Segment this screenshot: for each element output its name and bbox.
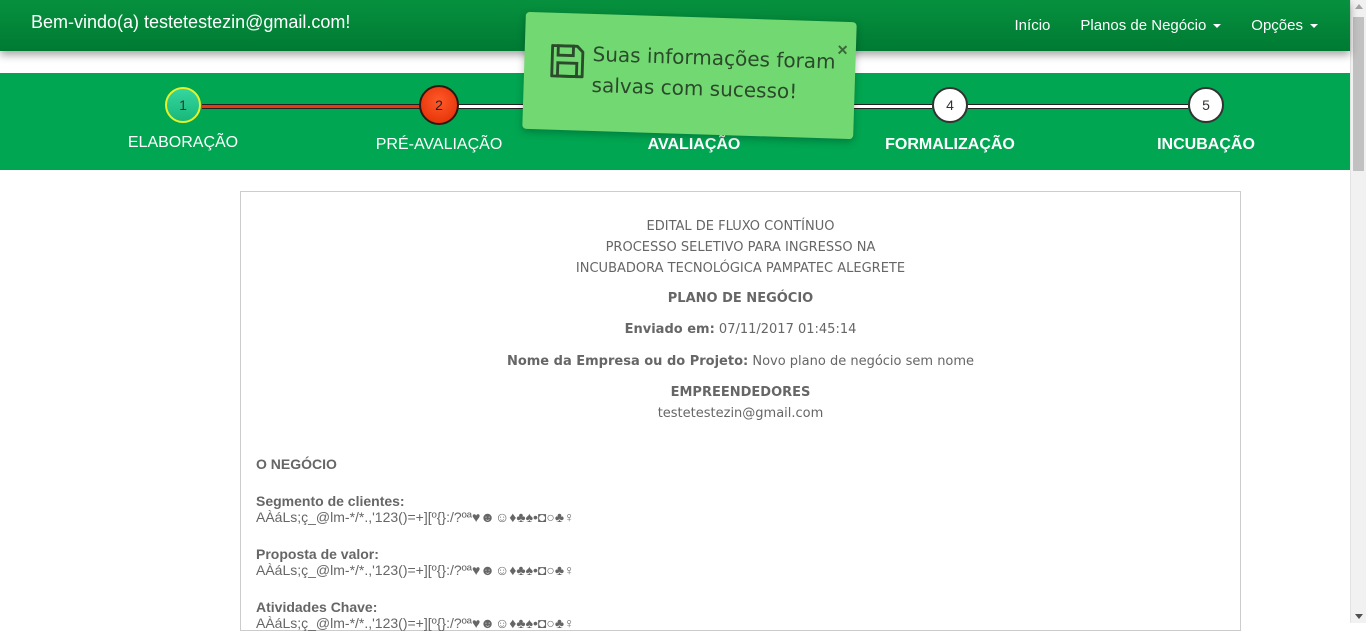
caret-down-icon (1310, 23, 1318, 28)
caret-down-icon (1213, 23, 1222, 28)
step-connector-4-5 (968, 104, 1188, 109)
edital-line-3: INCUBADORA TECNOLÓGICA PAMPATEC ALEGRETE (575, 261, 906, 276)
step-4-label: FORMALIZAÇÃO (885, 136, 1015, 153)
vertical-scrollbar[interactable] (1350, 0, 1366, 623)
sent-date-label: Enviado em: (624, 322, 715, 337)
floppy-disk-icon (550, 44, 585, 79)
step-number: 2 (435, 97, 443, 113)
close-icon[interactable]: × (837, 40, 848, 61)
step-number: 1 (179, 97, 187, 113)
step-connector-1-2 (202, 104, 420, 109)
company-name-label: Nome da Empresa ou do Projeto: (506, 354, 749, 369)
success-toast: Suas informações foram salvas com sucess… (522, 11, 857, 140)
field-label: Atividades Chave: (256, 599, 378, 615)
step-5-label: INCUBAÇÃO (1157, 136, 1255, 153)
step-number: 5 (1202, 97, 1210, 113)
edital-line-2: PROCESSO SELETIVO PARA INGRESSO NA (605, 240, 876, 255)
field-label: Proposta de valor: (256, 546, 379, 562)
company-name: Nome da Empresa ou do Projeto: Novo plan… (241, 354, 1240, 369)
field-value: AÀáLs;ç_@lm-*/*.,'123()=+][º{}:/?ºª♥☻☺♦♣… (256, 562, 575, 578)
plano-title: PLANO DE NEGÓCIO (667, 291, 814, 306)
field-label: Segmento de clientes: (256, 493, 405, 509)
scroll-thumb[interactable] (1353, 17, 1364, 171)
welcome-message: Bem-vindo(a) testetestezin@gmail.com! (31, 12, 351, 32)
nav-menu: Início Planos de Negócio Opções (1015, 0, 1350, 51)
step-number: 4 (946, 97, 954, 113)
scroll-up-arrow-icon[interactable] (1355, 4, 1363, 9)
nav-item-label: Opções (1251, 17, 1303, 34)
step-5-circle[interactable]: 5 (1188, 87, 1224, 123)
business-plan-document: EDITAL DE FLUXO CONTÍNUO PROCESSO SELETI… (240, 191, 1241, 631)
section-title-o-negocio: O NEGÓCIO (256, 456, 337, 472)
nav-item-opcoes[interactable]: Opções (1251, 17, 1318, 34)
nav-item-inicio[interactable]: Início (1015, 17, 1051, 34)
step-4-circle[interactable]: 4 (932, 87, 968, 123)
nav-item-planos-de-negocio[interactable]: Planos de Negócio (1080, 17, 1222, 34)
entrepreneurs-title: EMPREENDEDORES (670, 385, 811, 400)
step-3-label: AVALIAÇÃO (647, 136, 741, 153)
step-2-circle[interactable]: 2 (419, 85, 459, 125)
sent-date: Enviado em: 07/11/2017 01:45:14 (241, 322, 1240, 337)
field-atividades-chave: Atividades Chave: AÀáLs;ç_@lm-*/*.,'123(… (256, 599, 575, 631)
company-name-value: Novo plano de negócio sem nome (752, 354, 975, 369)
step-1-circle[interactable]: 1 (165, 87, 201, 123)
scroll-down-arrow-icon[interactable] (1355, 614, 1363, 619)
field-proposta-valor: Proposta de valor: AÀáLs;ç_@lm-*/*.,'123… (256, 546, 575, 578)
nav-item-label: Planos de Negócio (1080, 17, 1207, 34)
step-2-label: PRÉ-AVALIAÇÃO (375, 136, 503, 153)
nav-item-label: Início (1014, 17, 1051, 34)
entrepreneur-email: testetestezin@gmail.com (657, 406, 824, 421)
edital-line-1: EDITAL DE FLUXO CONTÍNUO (646, 219, 835, 234)
field-value: AÀáLs;ç_@lm-*/*.,'123()=+][º{}:/?ºª♥☻☺♦♣… (256, 509, 575, 525)
field-segmento-clientes: Segmento de clientes: AÀáLs;ç_@lm-*/*.,'… (256, 493, 575, 525)
edital-header: EDITAL DE FLUXO CONTÍNUO PROCESSO SELETI… (241, 216, 1240, 279)
toast-message: Suas informações foram salvas com sucess… (591, 39, 843, 109)
sent-date-value: 07/11/2017 01:45:14 (718, 322, 857, 337)
field-value: AÀáLs;ç_@lm-*/*.,'123()=+][º{}:/?ºª♥☻☺♦♣… (256, 615, 575, 631)
step-1-label: ELABORAÇÃO (127, 134, 239, 151)
